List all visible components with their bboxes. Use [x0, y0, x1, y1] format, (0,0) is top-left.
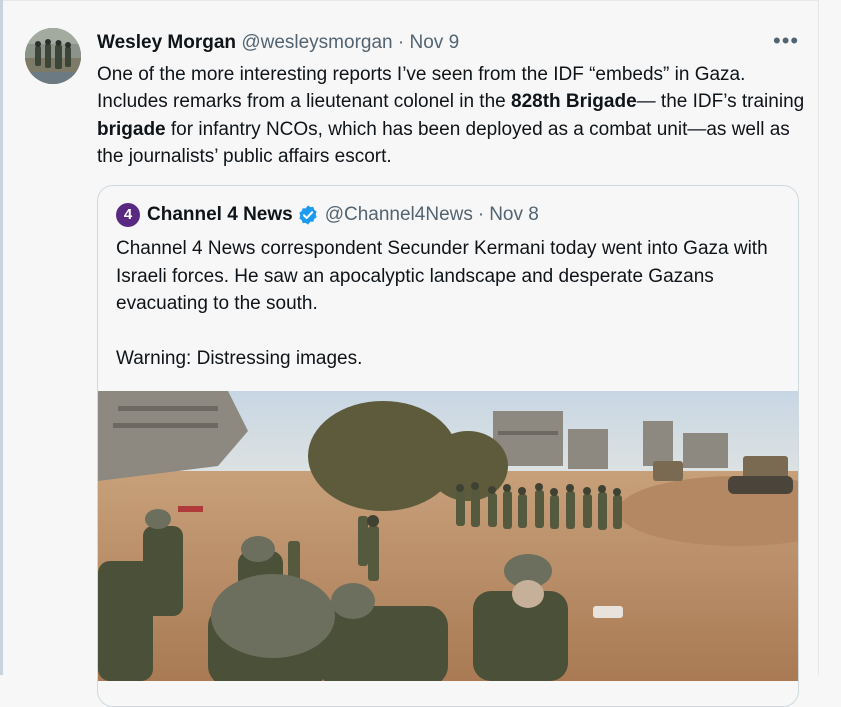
verified-badge-icon — [299, 205, 317, 225]
header-separator: · — [397, 32, 405, 53]
tweet-text-bold: brigade — [97, 118, 166, 140]
quoted-tweet-date[interactable]: Nov 8 — [489, 203, 539, 227]
quoted-text-paragraph: Channel 4 News correspondent Secunder Ke… — [116, 238, 768, 315]
quoted-tweet-header: 4 Channel 4 News @Channel4News · Nov 8 — [116, 203, 539, 227]
avatar[interactable] — [25, 28, 81, 84]
tweet-header: Wesley Morgan @wesleysmorgan · Nov 9 — [97, 31, 459, 55]
tweet-text-part: for infantry NCOs, which has been deploy… — [97, 118, 790, 167]
quoted-media-image[interactable] — [98, 391, 798, 681]
tweet-date[interactable]: Nov 9 — [410, 32, 460, 53]
quoted-author-name[interactable]: Channel 4 News — [147, 203, 293, 227]
quoted-warning-text: Warning: Distressing images. — [116, 348, 363, 370]
avatar-photo — [25, 28, 81, 84]
quoted-tweet-text: Channel 4 News correspondent Secunder Ke… — [116, 235, 781, 373]
media-illustration — [98, 391, 798, 681]
quoted-author-handle[interactable]: @Channel4News — [325, 203, 473, 227]
tweet-text: One of the more interesting reports I’ve… — [97, 61, 807, 170]
author-name[interactable]: Wesley Morgan — [97, 32, 236, 53]
tweet-text-part: — the IDF’s training — [636, 91, 805, 113]
quoted-header-separator: · — [477, 204, 485, 225]
channel4-logo-icon: 4 — [116, 203, 140, 227]
more-horizontal-icon[interactable]: ••• — [773, 30, 799, 52]
right-divider — [818, 0, 819, 675]
quoted-tweet[interactable]: 4 Channel 4 News @Channel4News · Nov 8 C… — [97, 185, 799, 707]
tweet[interactable]: Wesley Morgan @wesleysmorgan · Nov 9 •••… — [3, 0, 818, 707]
author-handle[interactable]: @wesleysmorgan — [241, 32, 392, 53]
tweet-text-bold: 828th Brigade — [511, 91, 637, 113]
